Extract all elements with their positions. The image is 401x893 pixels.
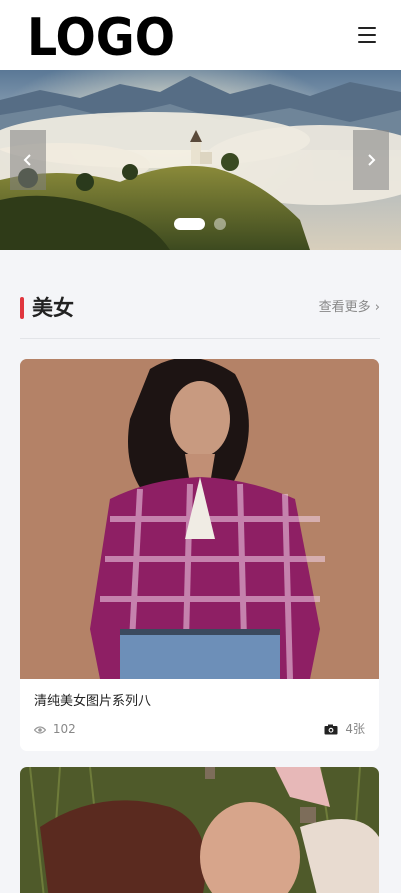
card-thumbnail (20, 359, 379, 679)
eye-icon (34, 725, 46, 734)
gallery-card[interactable]: 清纯美女图片系列八 102 4张 (20, 359, 379, 751)
top-header: LOGO (0, 0, 401, 70)
view-more-link[interactable]: 查看更多 › (319, 292, 380, 324)
photo-count-value: 4张 (345, 722, 365, 736)
view-count-value: 102 (52, 722, 76, 736)
photo-count: 4张 (324, 721, 365, 737)
section-title: 美女 (32, 296, 74, 320)
view-count: 102 (34, 721, 76, 737)
hero-banner-carousel[interactable] (0, 70, 401, 250)
card-thumbnail (20, 767, 379, 893)
card-meta: 102 4张 (34, 721, 365, 737)
section-divider (20, 338, 380, 339)
card-title: 清纯美女图片系列八 (34, 694, 152, 709)
chevron-left-icon (23, 154, 31, 166)
carousel-dot[interactable] (214, 218, 226, 230)
chevron-right-icon (368, 154, 376, 166)
svg-text:LOGO: LOGO (27, 13, 175, 59)
hamburger-menu-icon[interactable] (356, 24, 380, 46)
view-more-label: 查看更多 (318, 300, 371, 315)
site-logo[interactable]: LOGO (27, 13, 175, 59)
section-accent-bar (20, 297, 24, 319)
banner-next-button[interactable] (353, 130, 389, 190)
carousel-pagination (174, 218, 234, 230)
gallery-card[interactable] (20, 767, 379, 893)
camera-icon (324, 724, 338, 735)
carousel-dot-active[interactable] (174, 218, 205, 230)
chevron-right-icon: › (374, 300, 380, 315)
section-header: 美女 查看更多 › (20, 292, 380, 324)
banner-prev-button[interactable] (10, 130, 46, 190)
